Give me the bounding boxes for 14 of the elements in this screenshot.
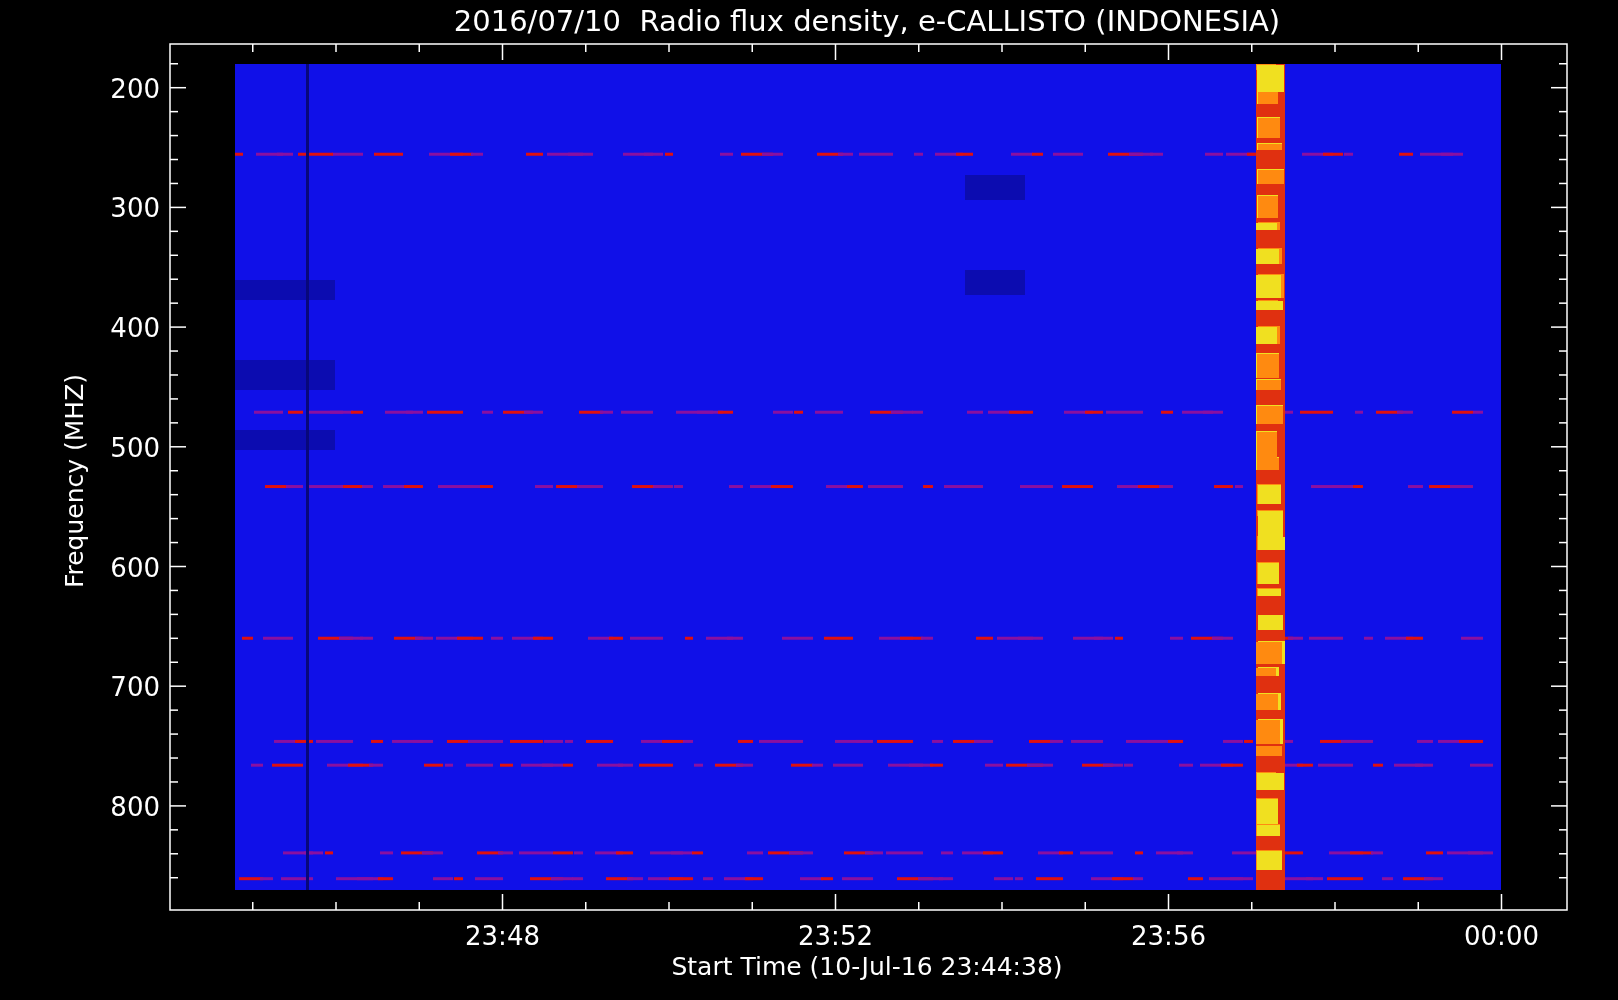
axis-tick-label: 23:52 (798, 921, 873, 951)
axis-tick-label: 200 (110, 73, 160, 104)
axis-tick-label: 700 (110, 672, 160, 703)
axis-tick-label: 800 (110, 791, 160, 822)
axis-tick-label: 300 (110, 193, 160, 224)
axis-tick-label: 400 (110, 313, 160, 344)
axis-label: Start Time (10-Jul-16 23:44:38) (671, 952, 1063, 981)
axis-label: Frequency (MHZ) (60, 373, 89, 589)
axis-tick-label: 23:48 (465, 921, 540, 951)
chart-title: 2016/07/10 Radio flux density, e-CALLISTO (INDONESIA) (453, 4, 1281, 38)
axis-tick-label: 23:56 (1131, 921, 1206, 951)
axis-tick-label: 600 (110, 552, 160, 583)
axis-tick-label: 00:00 (1464, 921, 1539, 951)
axis-tick-label: 500 (110, 432, 160, 463)
